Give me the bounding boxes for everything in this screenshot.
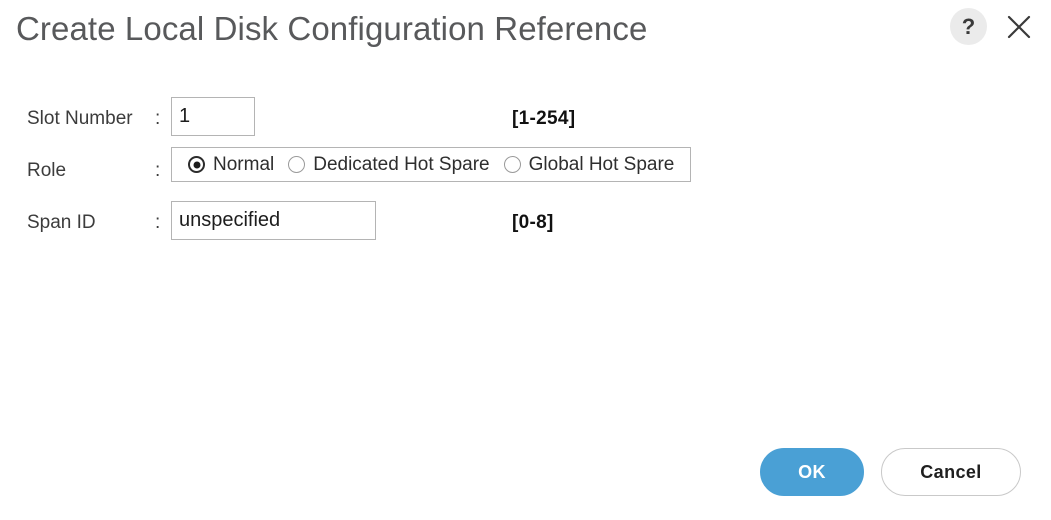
slot-number-label: Slot Number — [27, 107, 133, 129]
role-colon: : — [155, 159, 161, 181]
radio-label-normal: Normal — [213, 154, 275, 175]
radio-unselected-icon — [288, 156, 306, 173]
span-id-colon: : — [155, 211, 161, 233]
header-actions: ? — [950, 8, 1035, 45]
radio-unselected-icon — [503, 156, 521, 173]
span-id-label: Span ID — [27, 211, 96, 233]
slot-number-colon: : — [155, 107, 161, 129]
slot-number-input[interactable] — [171, 97, 255, 136]
cancel-button[interactable]: Cancel — [881, 448, 1021, 496]
form-row-role: Role : Normal Dedicated Hot Spare Global… — [0, 144, 1051, 196]
dialog-footer: OK Cancel — [760, 448, 1021, 496]
radio-selected-icon — [188, 156, 205, 173]
radio-label-global-hot-spare: Global Hot Spare — [528, 154, 675, 175]
help-icon[interactable]: ? — [950, 8, 987, 45]
form-row-slot-number: Slot Number : [1-254] — [0, 92, 1051, 144]
radio-option-global-hot-spare[interactable]: Global Hot Spare — [497, 155, 682, 174]
radio-option-dedicated-hot-spare[interactable]: Dedicated Hot Spare — [281, 155, 496, 174]
role-radio-group: Normal Dedicated Hot Spare Global Hot Sp… — [171, 147, 692, 182]
form-area: Slot Number : [1-254] Role : Normal Dedi… — [0, 92, 1051, 248]
radio-option-normal[interactable]: Normal — [181, 155, 281, 174]
span-id-input[interactable] — [171, 201, 376, 240]
slot-number-range-hint: [1-254] — [512, 107, 576, 129]
ok-button[interactable]: OK — [760, 448, 864, 496]
radio-label-dedicated-hot-spare: Dedicated Hot Spare — [313, 154, 490, 175]
create-local-disk-config-reference-dialog: Create Local Disk Configuration Referenc… — [0, 0, 1051, 520]
span-id-range-hint: [0-8] — [512, 211, 554, 233]
form-row-span-id: Span ID : [0-8] — [0, 196, 1051, 248]
close-icon[interactable] — [1003, 11, 1035, 43]
role-label: Role — [27, 159, 67, 181]
page-title: Create Local Disk Configuration Referenc… — [16, 10, 648, 47]
